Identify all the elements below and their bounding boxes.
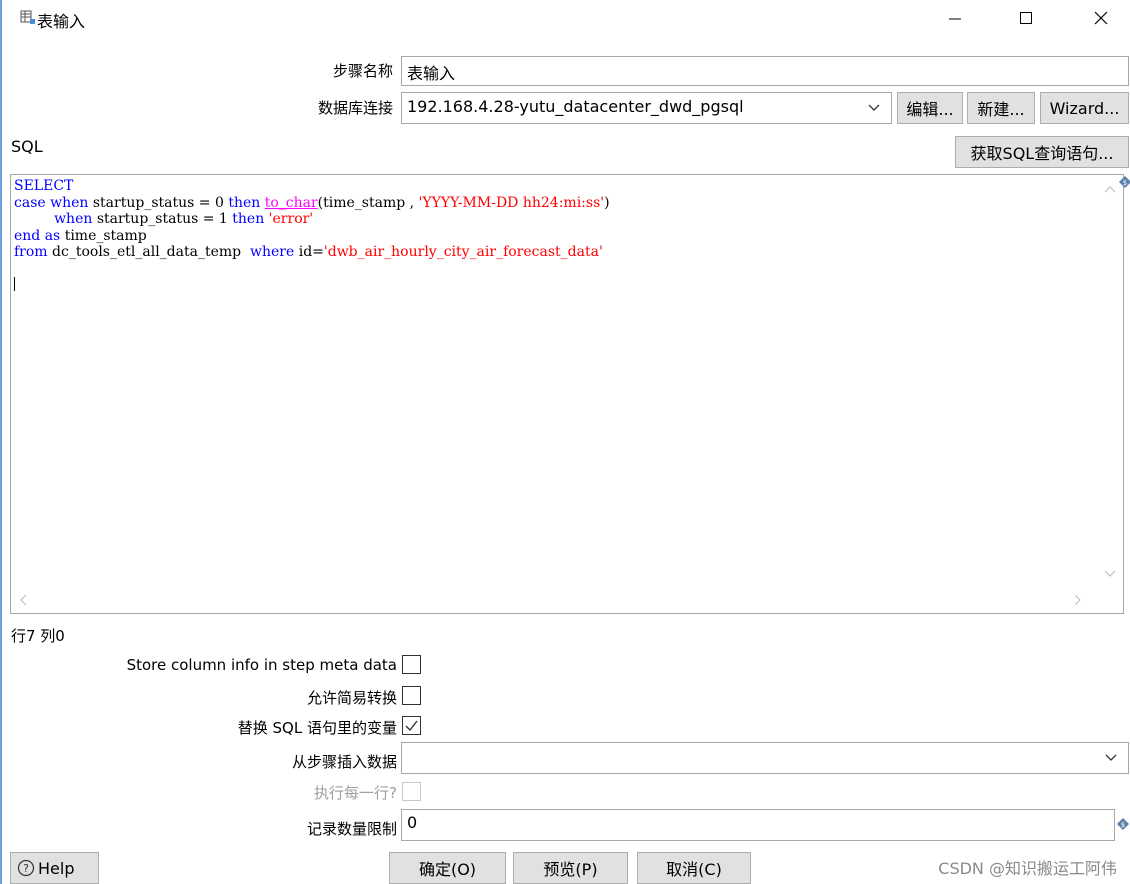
sql-editor[interactable]: SELECT case when startup_status = 0 then… xyxy=(10,174,1124,614)
table-input-icon xyxy=(20,9,36,25)
store-column-info-label: Store column info in step meta data xyxy=(126,656,397,674)
insert-from-step-label: 从步骤插入数据 xyxy=(291,753,397,771)
text-caret xyxy=(14,277,15,291)
limit-input[interactable]: 0 xyxy=(401,809,1115,841)
preview-button[interactable]: 预览(P) xyxy=(513,852,628,884)
vertical-scrollbar[interactable] xyxy=(1097,175,1123,587)
sql-keyword: from xyxy=(14,244,48,260)
replace-vars-label: 替换 SQL 语句里的变量 xyxy=(237,719,397,737)
maximize-button[interactable] xyxy=(1003,0,1049,36)
variable-diamond-icon: $ xyxy=(1116,817,1130,831)
connection-value: 192.168.4.28-yutu_datacenter_dwd_pgsql xyxy=(407,97,744,116)
sql-text: id= xyxy=(294,244,324,260)
connection-select[interactable]: 192.168.4.28-yutu_datacenter_dwd_pgsql xyxy=(401,92,892,124)
sql-text: startup_status = 0 xyxy=(88,194,229,211)
svg-text:$: $ xyxy=(1121,821,1125,829)
sql-text: (time_stamp , xyxy=(317,194,419,211)
sql-keyword: where xyxy=(250,244,295,260)
variable-diamond-icon: $ xyxy=(1118,175,1130,189)
cancel-button[interactable]: 取消(C) xyxy=(637,852,751,884)
checkmark-icon xyxy=(405,720,418,732)
minimize-button[interactable] xyxy=(932,0,978,36)
cursor-position-status: 行7 列0 xyxy=(11,627,65,645)
step-name-input[interactable]: 表输入 xyxy=(401,56,1129,86)
minimize-icon xyxy=(949,18,961,20)
sql-label: SQL xyxy=(11,137,43,156)
help-button[interactable]: ? Help xyxy=(10,852,99,884)
sql-keyword: SELECT xyxy=(14,178,74,194)
watermark: CSDN @知识搬运工阿伟 xyxy=(938,859,1117,878)
execute-each-row-label: 执行每一行? xyxy=(314,784,397,802)
sql-text: startup_status = 1 xyxy=(92,211,233,227)
get-sql-button[interactable]: 获取SQL查询语句... xyxy=(955,136,1129,168)
maximize-icon xyxy=(1020,12,1032,24)
chevron-down-icon xyxy=(1094,743,1128,773)
execute-each-row-checkbox[interactable] xyxy=(402,782,421,801)
ok-button[interactable]: 确定(O) xyxy=(389,852,506,884)
sql-keyword: then xyxy=(232,211,265,227)
sql-text: ) xyxy=(604,194,610,211)
replace-vars-checkbox[interactable] xyxy=(402,716,421,735)
store-column-info-checkbox[interactable] xyxy=(402,655,421,674)
chevron-down-icon xyxy=(857,93,891,123)
sql-string: 'error' xyxy=(268,211,314,227)
edit-connection-button[interactable]: 编辑... xyxy=(897,92,963,124)
sql-code: SELECT case when startup_status = 0 then… xyxy=(14,178,610,261)
window-title: 表输入 xyxy=(37,12,86,31)
close-button[interactable] xyxy=(1078,0,1124,36)
sql-text: time_stamp xyxy=(60,227,147,244)
close-icon xyxy=(1094,11,1108,25)
step-name-label: 步骤名称 xyxy=(332,62,393,80)
sql-string: 'dwb_air_hourly_city_air_forecast_data' xyxy=(323,244,603,260)
svg-text:$: $ xyxy=(1123,179,1127,187)
help-icon: ? xyxy=(17,859,35,877)
connection-label: 数据库连接 xyxy=(317,99,393,117)
sql-text: dc_tools_etl_all_data_temp xyxy=(47,244,250,260)
lazy-conversion-label: 允许简易转换 xyxy=(306,689,397,707)
limit-label: 记录数量限制 xyxy=(306,820,397,838)
sql-keyword: end as xyxy=(14,227,61,244)
sql-keyword: when xyxy=(54,211,93,227)
horizontal-scrollbar[interactable] xyxy=(11,587,1123,613)
window-border xyxy=(0,0,2,884)
lazy-conversion-checkbox[interactable] xyxy=(402,686,421,705)
insert-from-step-select[interactable] xyxy=(401,742,1129,774)
sql-string: 'YYYY-MM-DD hh24:mi:ss' xyxy=(418,194,605,211)
wizard-button[interactable]: Wizard... xyxy=(1040,92,1129,124)
sql-keyword: then xyxy=(228,194,261,211)
svg-text:?: ? xyxy=(23,862,29,875)
new-connection-button[interactable]: 新建... xyxy=(967,92,1035,124)
sql-indent xyxy=(14,211,54,227)
help-button-label: Help xyxy=(38,858,75,878)
sql-keyword: case when xyxy=(14,194,89,211)
sql-function: to_char xyxy=(264,194,318,211)
